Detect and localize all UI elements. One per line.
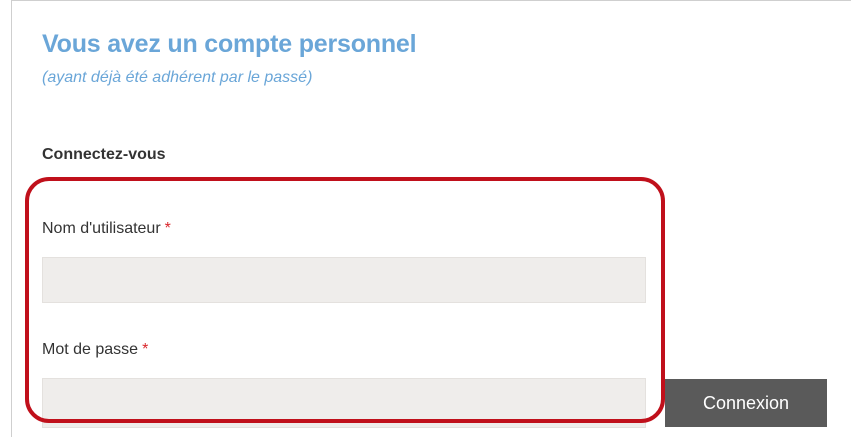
connexion-button[interactable]: Connexion (665, 379, 827, 427)
password-label: Mot de passe * (42, 341, 148, 359)
password-field[interactable] (42, 378, 646, 428)
username-label: Nom d'utilisateur * (42, 220, 171, 238)
password-label-text: Mot de passe (42, 341, 139, 358)
required-asterisk: * (164, 220, 171, 237)
login-heading: Connectez-vous (42, 146, 166, 163)
login-panel (11, 0, 851, 437)
username-field[interactable] (42, 257, 646, 303)
page-title: Vous avez un compte personnel (42, 30, 417, 58)
page-subtitle: (ayant déjà été adhérent par le passé) (42, 69, 313, 86)
username-label-text: Nom d'utilisateur (42, 220, 161, 237)
required-asterisk: * (142, 341, 149, 358)
